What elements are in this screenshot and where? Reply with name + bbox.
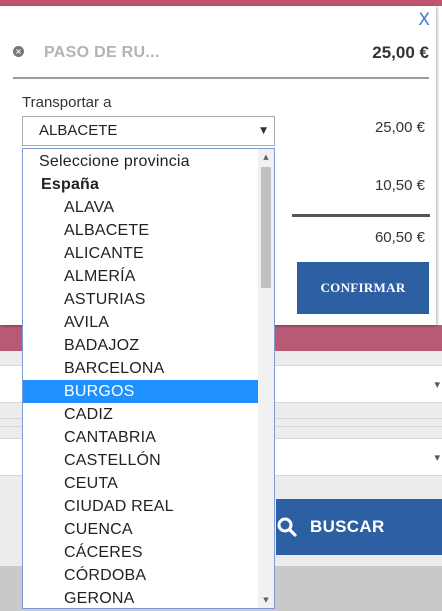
dropdown-option[interactable]: BARCELONA	[23, 357, 259, 380]
search-button[interactable]: BUSCAR	[276, 499, 442, 555]
scroll-down-arrow-icon[interactable]: ▼	[258, 592, 274, 608]
province-dropdown-list[interactable]: Seleccione provincia España ALAVA ALBACE…	[22, 148, 275, 609]
dropdown-option[interactable]: CIUDAD REAL	[23, 495, 259, 518]
remove-item-icon[interactable]: ×	[13, 46, 24, 57]
dropdown-option[interactable]: ASTURIAS	[23, 288, 259, 311]
close-icon[interactable]: X	[418, 10, 430, 30]
chevron-down-icon: ▼	[260, 126, 267, 136]
dropdown-option[interactable]: ALAVA	[23, 196, 259, 219]
dropdown-option[interactable]: GERONA	[23, 587, 259, 608]
scrollbar-thumb[interactable]	[261, 167, 271, 288]
shipping-price: 10,50 €	[374, 177, 425, 194]
dropdown-group-label: España	[41, 176, 100, 193]
total-price: 60,50 €	[374, 229, 425, 246]
transport-label: Transportar a	[22, 94, 112, 111]
dropdown-option[interactable]: CÁCERES	[23, 541, 259, 564]
dropdown-option[interactable]: CEUTA	[23, 472, 259, 495]
subtotal-price: 25,00 €	[374, 119, 425, 136]
province-select-value: ALBACETE	[39, 122, 118, 139]
dropdown-option[interactable]: BADAJOZ	[23, 334, 259, 357]
dropdown-option[interactable]: ALICANTE	[23, 242, 259, 265]
scroll-up-arrow-icon[interactable]: ▲	[258, 149, 274, 165]
dropdown-option[interactable]: ALBACETE	[23, 219, 259, 242]
dropdown-option[interactable]: CANTABRIA	[23, 426, 259, 449]
dropdown-option[interactable]: AVILA	[23, 311, 259, 334]
confirm-button[interactable]: CONFIRMAR	[297, 262, 429, 314]
divider	[13, 77, 429, 79]
total-divider	[292, 214, 430, 217]
dropdown-option[interactable]: CASTELLÓN	[23, 449, 259, 472]
search-icon	[277, 517, 297, 537]
item-name: PASO DE RU...	[44, 44, 160, 61]
search-button-label: BUSCAR	[310, 517, 385, 536]
item-price: 25,00 €	[372, 43, 429, 62]
chevron-down-icon: ▾	[434, 378, 440, 391]
dropdown-option[interactable]: CADIZ	[23, 403, 259, 426]
dropdown-option[interactable]: ALMERÍA	[23, 265, 259, 288]
chevron-down-icon: ▾	[434, 451, 440, 464]
dropdown-option-highlighted[interactable]: BURGOS	[23, 380, 259, 403]
province-select[interactable]: ALBACETE ▼	[22, 116, 275, 146]
dropdown-placeholder[interactable]: Seleccione provincia	[23, 150, 259, 173]
dropdown-option[interactable]: CUENCA	[23, 518, 259, 541]
dropdown-option[interactable]: CÓRDOBA	[23, 564, 259, 587]
